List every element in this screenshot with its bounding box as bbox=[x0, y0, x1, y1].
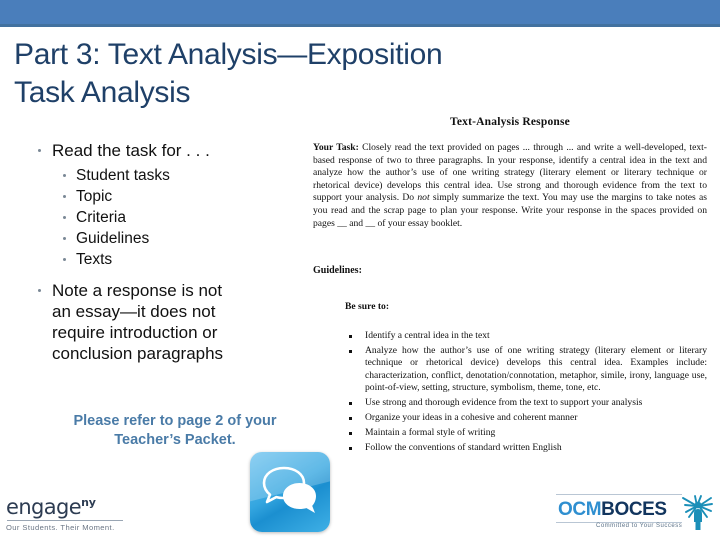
sub-bullet-label: Criteria bbox=[76, 209, 126, 226]
sub-bullet-label: Topic bbox=[76, 188, 113, 205]
engageny-logo: engageny Our Students. Their Moment. bbox=[6, 492, 186, 532]
document-task-emphasis: not bbox=[417, 192, 430, 204]
engageny-word-engage: engage bbox=[6, 495, 82, 519]
ocm-boces-wordmark: OCMBOCES bbox=[558, 500, 667, 520]
note-line-2: an essay—it does not bbox=[52, 302, 216, 321]
speech-bubble-icon bbox=[250, 452, 330, 532]
ocm-boces-top-rule bbox=[556, 494, 682, 495]
sub-bullet-label: Texts bbox=[76, 251, 113, 268]
packet-note-line-2: Teacher’s Packet. bbox=[114, 432, 236, 448]
bullet-note-a-response: Note a response is not an essay—it does … bbox=[30, 280, 298, 364]
sub-bullet-label: Guidelines bbox=[76, 230, 150, 247]
list-item: Texts bbox=[30, 249, 298, 270]
document-heading: Text-Analysis Response bbox=[450, 116, 570, 128]
list-item: Organize your ideas in a cohesive and co… bbox=[345, 412, 707, 424]
list-item: Student tasks bbox=[30, 165, 298, 186]
sub-bullet-label: Student tasks bbox=[76, 167, 170, 184]
list-item: Use strong and thorough evidence from th… bbox=[345, 397, 707, 409]
page-title-line-2: Task Analysis bbox=[14, 76, 191, 109]
engageny-tagline: Our Students. Their Moment. bbox=[6, 523, 115, 532]
list-item: Identify a central idea in the text bbox=[345, 330, 707, 342]
ocm-boces-starburst-icon bbox=[682, 495, 713, 530]
text-analysis-response-document-image: Text-Analysis Response Your Task: Closel… bbox=[300, 108, 720, 488]
packet-note-line-1: Please refer to page 2 of your bbox=[73, 413, 277, 429]
ocm-boces-logo: OCMBOCES Committed to Your Success bbox=[556, 494, 714, 534]
list-item: Analyze how the author’s use of one writ… bbox=[345, 345, 707, 395]
note-line-1: Note a response is not bbox=[52, 281, 223, 300]
sub-bullet-list: Student tasks Topic Criteria Guidelines … bbox=[30, 165, 298, 270]
document-be-sure-to-label: Be sure to: bbox=[345, 301, 390, 312]
page-title: Part 3: Text Analysis—Exposition Task An… bbox=[14, 36, 614, 112]
ocm-boces-word-ocm: OCM bbox=[558, 499, 602, 520]
note-line-4: conclusion paragraphs bbox=[52, 344, 224, 363]
document-task-label: Your Task: bbox=[313, 142, 359, 153]
page-title-line-1: Part 3: Text Analysis—Exposition bbox=[14, 38, 443, 71]
list-item: Follow the conventions of standard writt… bbox=[345, 442, 707, 454]
bullet-read-the-task: Read the task for . . . bbox=[30, 140, 298, 161]
packet-reference-note: Please refer to page 2 of your Teacher’s… bbox=[30, 412, 320, 450]
document-guidelines-list: Identify a central idea in the text Anal… bbox=[345, 330, 707, 457]
engageny-divider bbox=[7, 520, 123, 521]
note-line-3: require introduction or bbox=[52, 323, 218, 342]
document-task-paragraph: Your Task: Closely read the text provide… bbox=[313, 142, 707, 230]
ocm-boces-tagline: Committed to Your Success bbox=[596, 523, 683, 529]
list-item: Guidelines bbox=[30, 228, 298, 249]
engageny-word-ny: ny bbox=[81, 496, 96, 509]
outline-content: Read the task for . . . Student tasks To… bbox=[30, 140, 298, 366]
list-item: Maintain a formal style of writing bbox=[345, 427, 707, 439]
top-accent-bar-edge bbox=[0, 24, 720, 27]
document-guidelines-label: Guidelines: bbox=[313, 265, 362, 276]
ocm-boces-word-boces: BOCES bbox=[601, 499, 667, 520]
top-accent-bar bbox=[0, 0, 720, 24]
list-item: Criteria bbox=[30, 207, 298, 228]
list-item: Topic bbox=[30, 186, 298, 207]
bullet-read-the-task-label: Read the task for . . . bbox=[52, 141, 210, 160]
engageny-wordmark: engageny bbox=[6, 492, 186, 518]
